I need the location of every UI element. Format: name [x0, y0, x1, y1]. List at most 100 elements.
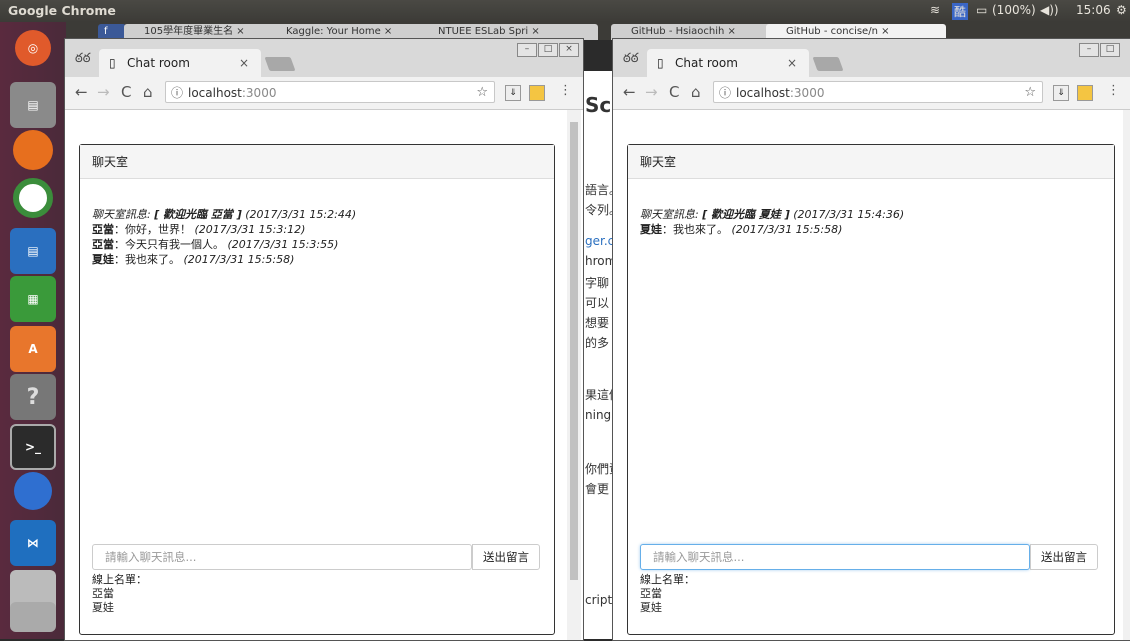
online-user: 亞當	[640, 587, 662, 600]
system-emph: [ 歡迎光臨 夏娃 ]	[702, 208, 790, 221]
home-icon[interactable]: ⌂	[691, 83, 701, 101]
reload-icon[interactable]: C	[669, 83, 679, 101]
minimize-button[interactable]: –	[517, 43, 537, 57]
chat-input[interactable]: 請輸入聊天訊息...	[640, 544, 1030, 570]
message-sender: 亞當	[92, 238, 114, 251]
left-browser-window: ఠఠ ▯ Chat room × – □ × ← → C ⌂ ⓘ localho…	[64, 38, 584, 641]
address-bar[interactable]: ⓘ localhost:3000 ☆	[165, 81, 495, 103]
battery-icon[interactable]: ▭	[976, 3, 987, 17]
chat-panel: 聊天室 聊天室訊息: [ 歡迎光臨 亞當 ] (2017/3/31 15:2:4…	[79, 144, 555, 635]
chrome-icon[interactable]	[13, 178, 53, 218]
help-icon[interactable]: ?	[10, 374, 56, 420]
message-time: (2017/3/31 15:3:12)	[191, 223, 306, 236]
vscode-icon[interactable]: ⋈	[10, 520, 56, 566]
page-scrollbar[interactable]	[1123, 110, 1130, 640]
extension-icon[interactable]	[529, 85, 545, 101]
menu-icon[interactable]: ⋮	[1107, 83, 1120, 98]
page-icon: ▯	[109, 56, 116, 70]
forward-icon[interactable]: →	[645, 83, 658, 101]
close-tab-icon[interactable]: ×	[239, 49, 249, 77]
info-icon: ⓘ	[171, 86, 184, 100]
maximize-button[interactable]: □	[1100, 43, 1120, 57]
url-host: localhost	[188, 86, 242, 100]
send-button[interactable]: 送出留言	[472, 544, 540, 570]
forward-icon[interactable]: →	[97, 83, 110, 101]
right-title-bar: ఠఠ ▯ Chat room × – □	[613, 39, 1130, 77]
chat-message: 夏娃：我也來了。 (2017/3/31 15:5:58)	[92, 252, 542, 267]
online-label: 線上名單：	[92, 573, 147, 586]
page-scrollbar[interactable]	[567, 110, 581, 640]
send-button[interactable]: 送出留言	[1030, 544, 1098, 570]
scrollbar-thumb[interactable]	[570, 122, 578, 580]
writer-icon[interactable]: ▤	[10, 228, 56, 274]
terminal-icon[interactable]: >_	[10, 424, 56, 470]
bg-snippet: ger.c	[585, 234, 613, 248]
bg-snippet: 可以	[585, 296, 610, 310]
download-extension-icon[interactable]: ⇓	[505, 85, 521, 101]
clock[interactable]: 15:06	[1076, 3, 1111, 17]
disk-icon-2[interactable]	[10, 602, 56, 632]
left-title-bar: ఠఠ ▯ Chat room × – □ ×	[65, 39, 583, 77]
right-toolbar: ← → C ⌂ ⓘ localhost:3000 ☆ ⇓ ⋮	[613, 77, 1130, 110]
online-label: 線上名單：	[640, 573, 695, 586]
extension-icon[interactable]	[1077, 85, 1093, 101]
input-method-icon[interactable]: 酷	[952, 3, 969, 20]
online-list: 線上名單： 亞當 夏娃	[92, 573, 147, 615]
bookmark-star-icon[interactable]: ☆	[476, 82, 488, 104]
message-text: ：你好，世界！	[114, 223, 191, 236]
message-sender: 夏娃	[92, 253, 114, 266]
message-time: (2017/3/31 15:5:58)	[180, 253, 295, 266]
bg-tab-title: Kaggle: Your Home	[286, 26, 381, 37]
minimize-button[interactable]: –	[1079, 43, 1099, 57]
right-tab-chat-room[interactable]: ▯ Chat room ×	[647, 49, 809, 77]
calc-icon[interactable]: ▦	[10, 276, 56, 322]
info-icon: ⓘ	[719, 86, 732, 100]
drop-icon[interactable]	[14, 472, 52, 510]
back-icon[interactable]: ←	[75, 83, 88, 101]
bg-snippet: 想要	[585, 316, 610, 330]
incognito-icon: ఠఠ	[623, 51, 639, 66]
message-list: 聊天室訊息: [ 歡迎光臨 亞當 ] (2017/3/31 15:2:44) 亞…	[92, 207, 542, 267]
url-port: :3000	[789, 86, 825, 100]
system-top-bar: Google Chrome ≋ 酷 ▭ (100%) ◀)) 15:06 ⚙	[0, 0, 1130, 22]
ubuntu-icon[interactable]: ◎	[15, 30, 51, 66]
incognito-icon: ఠఠ	[75, 51, 91, 66]
left-page-content: 聊天室 聊天室訊息: [ 歡迎光臨 亞當 ] (2017/3/31 15:2:4…	[65, 110, 583, 640]
chat-panel: 聊天室 聊天室訊息: [ 歡迎光臨 夏娃 ] (2017/3/31 15:4:3…	[627, 144, 1115, 635]
firefox-icon[interactable]	[13, 130, 53, 170]
software-center-icon[interactable]: A	[10, 326, 56, 372]
maximize-button[interactable]: □	[538, 43, 558, 57]
close-window-button[interactable]: ×	[559, 43, 579, 57]
bg-tab-title: GitHub - concise/n	[786, 26, 878, 37]
online-user: 夏娃	[92, 601, 114, 614]
settings-gear-icon[interactable]: ⚙	[1116, 3, 1127, 17]
bg-snippet: hrom	[585, 254, 613, 268]
download-extension-icon[interactable]: ⇓	[1053, 85, 1069, 101]
chat-input[interactable]: 請輸入聊天訊息...	[92, 544, 472, 570]
url-host: localhost	[736, 86, 790, 100]
bookmark-star-icon[interactable]: ☆	[1024, 82, 1036, 104]
menu-icon[interactable]: ⋮	[559, 83, 572, 98]
files-icon[interactable]: ▤	[10, 82, 56, 128]
new-tab-button[interactable]	[264, 57, 296, 71]
back-icon[interactable]: ←	[623, 83, 636, 101]
bg-snippet: ning y	[585, 408, 613, 422]
close-tab-icon[interactable]: ×	[787, 49, 797, 77]
new-tab-button[interactable]	[812, 57, 844, 71]
message-text: ：我也來了。	[114, 253, 180, 266]
home-icon[interactable]: ⌂	[143, 83, 153, 101]
bg-tab-title: GitHub - Hsiaochih	[631, 26, 725, 37]
address-bar[interactable]: ⓘ localhost:3000 ☆	[713, 81, 1043, 103]
left-tab-chat-room[interactable]: ▯ Chat room ×	[99, 49, 261, 77]
message-text: ：我也來了。	[662, 223, 728, 236]
wifi-icon[interactable]: ≋	[930, 3, 940, 17]
unity-launcher: ◎ ▤ ▤ ▦ A ? >_ ⋈	[0, 22, 66, 639]
tab-title: Chat room	[675, 56, 738, 70]
message-sender: 夏娃	[640, 223, 662, 236]
online-user: 亞當	[92, 587, 114, 600]
bg-snippet: 會更	[585, 482, 610, 496]
right-browser-window: ఠఠ ▯ Chat room × – □ ← → C ⌂ ⓘ localhost…	[612, 38, 1130, 641]
volume-icon[interactable]: ◀))	[1040, 3, 1059, 17]
reload-icon[interactable]: C	[121, 83, 131, 101]
tab-title: Chat room	[127, 56, 190, 70]
